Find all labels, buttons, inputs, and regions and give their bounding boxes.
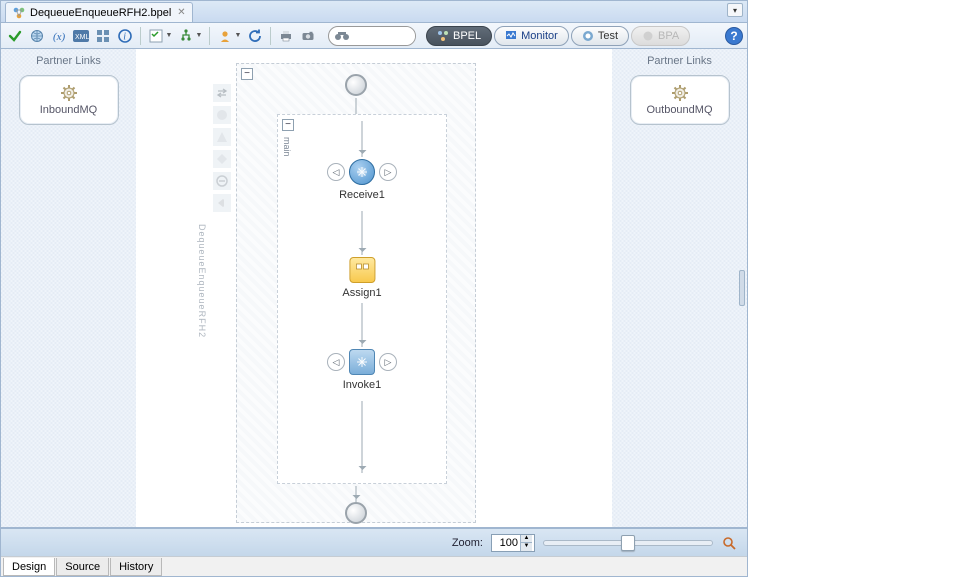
refresh-icon[interactable]	[245, 26, 265, 46]
activity-label: Invoke1	[343, 379, 382, 391]
pill-label: BPA	[658, 30, 679, 42]
zoom-input[interactable]	[492, 537, 520, 549]
flow-arrow	[356, 486, 357, 502]
svg-text:(x): (x)	[53, 31, 66, 43]
xml-icon[interactable]: XML	[71, 26, 91, 46]
view-test-button[interactable]: Test	[571, 26, 629, 46]
editor-mode-tabs: Design Source History	[1, 556, 747, 576]
partner-link-outbound[interactable]: OutboundMQ	[630, 75, 730, 125]
tab-history[interactable]: History	[110, 558, 162, 576]
zoom-slider-thumb[interactable]	[621, 535, 635, 551]
help-icon[interactable]: ?	[725, 27, 743, 45]
pill-label: BPEL	[453, 30, 481, 42]
palette	[213, 84, 231, 212]
editor-toolbar: (x) XML i ▼ ▼ ▼ BPEL Monitor Tes	[1, 23, 747, 49]
checklist-icon[interactable]	[146, 26, 166, 46]
partner-link-inbound[interactable]: InboundMQ	[19, 75, 119, 125]
gear-icon	[60, 84, 78, 102]
assign-icon	[349, 257, 375, 283]
overview-icon[interactable]	[93, 26, 113, 46]
next-icon[interactable]: ▷	[379, 163, 397, 181]
zoom-reset-icon[interactable]	[721, 535, 737, 551]
pill-label: Test	[598, 30, 618, 42]
binoculars-icon[interactable]	[329, 29, 355, 43]
tab-design[interactable]: Design	[3, 558, 55, 576]
tab-menu-button[interactable]: ▾	[727, 3, 743, 17]
partner-link-name: OutboundMQ	[646, 104, 712, 116]
activity-label: Receive1	[339, 189, 385, 201]
flow-arrow	[362, 211, 363, 255]
validate-icon[interactable]	[5, 26, 25, 46]
right-partner-links-panel: Partner Links OutboundMQ	[612, 49, 747, 527]
print-icon[interactable]	[276, 26, 296, 46]
tab-source[interactable]: Source	[56, 558, 109, 576]
tree-icon[interactable]	[176, 26, 196, 46]
view-monitor-button[interactable]: Monitor	[494, 26, 569, 46]
prev-icon[interactable]: ◁	[327, 353, 345, 371]
scope-label: DequeueEnqueueRFH2	[197, 224, 207, 338]
panel-title: Partner Links	[36, 55, 101, 67]
activity-label: Assign1	[342, 287, 381, 299]
zoom-up-icon[interactable]: ▲	[520, 535, 532, 543]
receive-activity[interactable]: ◁ ▷ Receive1	[327, 159, 397, 201]
palette-swap-icon[interactable]	[213, 84, 231, 102]
editor-tabbar: DequeueEnqueueRFH2.bpel ✕ ▾	[1, 1, 747, 23]
zoom-down-icon[interactable]: ▼	[520, 543, 532, 551]
main-sequence[interactable]: − main ◁ ▷ Receive1	[277, 114, 447, 484]
left-partner-links-panel: Partner Links InboundMQ	[1, 49, 136, 527]
globe-icon[interactable]	[27, 26, 47, 46]
dropdown-arrow-icon[interactable]: ▼	[164, 26, 174, 46]
panel-title: Partner Links	[647, 55, 712, 67]
search-group	[328, 26, 416, 46]
info-icon[interactable]: i	[115, 26, 135, 46]
collapse-icon[interactable]: −	[282, 119, 294, 131]
bpel-canvas[interactable]: − DequeueEnqueueRFH2 − main	[136, 49, 612, 527]
start-node[interactable]	[345, 74, 367, 96]
palette-circle-icon[interactable]	[213, 106, 231, 124]
camera-icon[interactable]	[298, 26, 318, 46]
assign-activity[interactable]: Assign1	[342, 257, 381, 299]
end-node[interactable]	[345, 502, 367, 524]
palette-diamond-icon[interactable]	[213, 150, 231, 168]
zoom-label: Zoom:	[452, 537, 483, 549]
dropdown-arrow-icon[interactable]: ▼	[233, 26, 243, 46]
search-input[interactable]	[355, 27, 415, 45]
close-icon[interactable]: ✕	[177, 7, 185, 18]
flow-arrow	[362, 401, 363, 473]
pill-label: Monitor	[521, 30, 558, 42]
user-icon[interactable]	[215, 26, 235, 46]
invoke-activity[interactable]: ◁ ▷ Invoke1	[327, 349, 397, 391]
collapse-icon[interactable]: −	[241, 68, 253, 80]
next-icon[interactable]: ▷	[379, 353, 397, 371]
bpel-editor-window: DequeueEnqueueRFH2.bpel ✕ ▾ (x) XML i ▼ …	[0, 0, 748, 577]
palette-transform-icon[interactable]	[213, 172, 231, 190]
editor-tab[interactable]: DequeueEnqueueRFH2.bpel ✕	[5, 2, 193, 22]
view-bpel-button[interactable]: BPEL	[426, 26, 492, 46]
process-scope[interactable]: − DequeueEnqueueRFH2 − main	[236, 63, 476, 523]
invoke-icon	[349, 349, 375, 375]
svg-text:i: i	[123, 31, 126, 42]
prev-icon[interactable]: ◁	[327, 163, 345, 181]
flow-arrow	[362, 121, 363, 157]
bpel-file-icon	[12, 6, 26, 20]
panel-collapse-handle[interactable]	[739, 270, 745, 306]
workarea: Partner Links InboundMQ − Deque	[1, 49, 747, 528]
receive-icon	[349, 159, 375, 185]
sequence-label: main	[282, 137, 292, 157]
zoom-slider[interactable]	[543, 540, 713, 546]
editor-tab-title: DequeueEnqueueRFH2.bpel	[30, 7, 171, 19]
svg-text:XML: XML	[75, 34, 89, 41]
status-bar: Zoom: ▲ ▼	[1, 528, 747, 556]
dropdown-arrow-icon[interactable]: ▼	[194, 26, 204, 46]
palette-triangle-icon[interactable]	[213, 128, 231, 146]
partner-link-name: InboundMQ	[40, 104, 97, 116]
flow-arrow	[362, 303, 363, 347]
variable-icon[interactable]: (x)	[49, 26, 69, 46]
zoom-spinner[interactable]: ▲ ▼	[491, 534, 535, 552]
view-bpa-button[interactable]: BPA	[631, 26, 690, 46]
palette-back-icon[interactable]	[213, 194, 231, 212]
gear-icon	[671, 84, 689, 102]
